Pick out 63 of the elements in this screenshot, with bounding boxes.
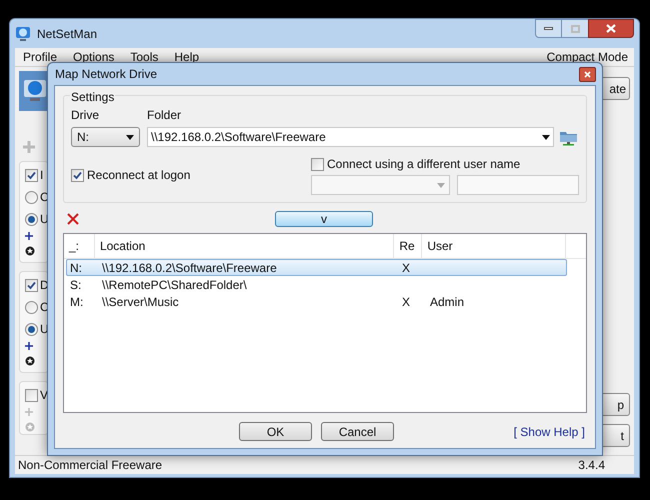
checkbox[interactable] (71, 168, 84, 182)
table-cell-text: \\Server\Music (101, 294, 180, 310)
license-text: Non-Commercial Freeware (18, 457, 162, 474)
radio-button[interactable] (25, 300, 38, 314)
column-header[interactable]: Re (394, 234, 422, 258)
different-user-label: Connect using a different user name (327, 156, 520, 173)
close-icon (584, 70, 591, 78)
table-cell: X (402, 294, 410, 308)
table-cell-text: S: (69, 276, 82, 294)
caret-icon (437, 182, 445, 188)
window-title: NetSetMan (37, 26, 98, 42)
monitor-globe-icon (23, 78, 47, 104)
drive-dropdown[interactable]: N: (71, 127, 140, 147)
radio-button[interactable] (25, 322, 38, 336)
dialog-button[interactable]: Cancel (321, 422, 394, 441)
dialog-title: Map Network Drive (55, 66, 158, 83)
version-text: 3.4.4 (578, 457, 605, 474)
table-cell-text: \\RemotePC\SharedFolder\ (101, 276, 248, 294)
show-help-link[interactable]: [ Show Help ] (514, 422, 585, 440)
menu-item[interactable]: Tools (128, 48, 160, 66)
close-button[interactable] (588, 19, 634, 38)
monitor-globe-icon (15, 26, 31, 42)
drive-row[interactable]: S: \\RemotePC\SharedFolder\ (66, 276, 567, 293)
drive-label: Drive (71, 107, 100, 124)
add-icon[interactable] (25, 232, 33, 240)
compact-mode-link[interactable]: Compact Mode (546, 48, 628, 66)
column-header[interactable]: User (422, 234, 566, 258)
close-button[interactable] (579, 66, 596, 82)
add-icon[interactable] (25, 342, 33, 350)
checkbox[interactable] (25, 278, 38, 292)
minimize-button[interactable] (535, 19, 562, 38)
star-icon[interactable] (25, 356, 35, 366)
checkbox[interactable] (25, 388, 38, 402)
checkbox-label: I (40, 167, 44, 184)
menu-item[interactable]: Profile (21, 48, 60, 66)
table-cell-text: \\192.168.0.2\Software\Freeware (101, 260, 278, 276)
close-icon (606, 24, 616, 33)
column-header[interactable]: Location (94, 234, 394, 258)
checkbox-label: V (40, 387, 48, 404)
star-icon[interactable] (25, 246, 35, 256)
caret-icon (126, 134, 134, 140)
radio-button[interactable] (25, 212, 38, 226)
checkbox[interactable] (311, 158, 324, 170)
table-cell-text: M: (69, 294, 84, 310)
password-field[interactable] (457, 175, 579, 195)
drive-row[interactable]: N: \\192.168.0.2\Software\Freeware X (66, 259, 567, 276)
menu-item[interactable]: Options (71, 48, 116, 66)
drive-row[interactable]: M: \\Server\Music X Admin (66, 293, 567, 310)
column-header[interactable]: _: (64, 234, 95, 258)
star-icon[interactable] (25, 422, 35, 432)
expand-button[interactable]: v (275, 210, 373, 226)
reconnect-label: Reconnect at logon (87, 167, 190, 184)
menu-item[interactable]: Help (172, 48, 202, 66)
delete-icon[interactable] (67, 212, 79, 224)
caret-icon (542, 134, 550, 140)
checkbox[interactable] (25, 168, 38, 182)
table-cell: Admin (430, 294, 464, 308)
table-cell: X (402, 260, 410, 274)
dialog-button[interactable]: OK (239, 422, 312, 441)
folder-combo-box[interactable]: \\192.168.0.2\Software\Freeware (147, 127, 554, 147)
table-cell-text: N: (69, 260, 83, 276)
radio-button[interactable] (25, 190, 38, 204)
folder-label: Folder (147, 107, 182, 124)
